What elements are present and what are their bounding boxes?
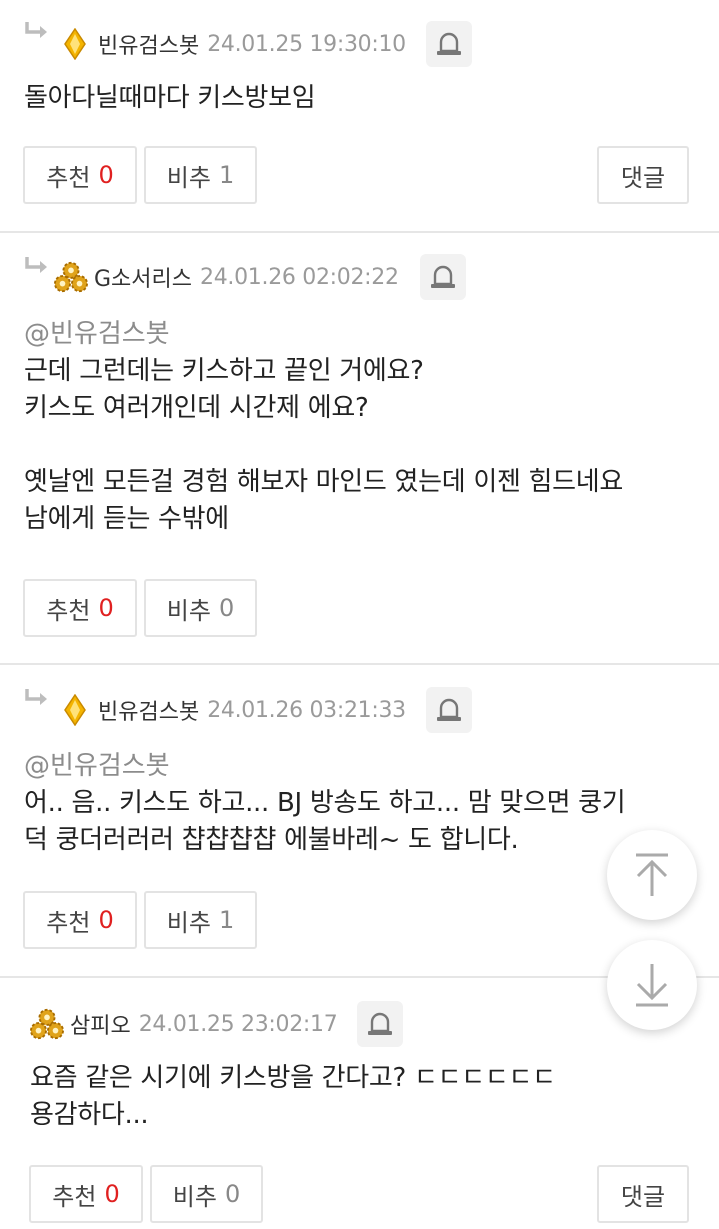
report-siren-icon	[437, 32, 461, 55]
oppose-label: 비추	[166, 908, 211, 937]
comment-body: 근데 그런데는 키스하고 끝인 거에요? 키스도 여러개인데 시간제 에요? 옛…	[24, 356, 624, 534]
report-button[interactable]	[357, 1001, 403, 1047]
reply-arrow-icon	[25, 22, 47, 38]
recommend-button[interactable]: 추천 0	[23, 579, 137, 637]
oppose-button[interactable]: 비추 1	[144, 146, 257, 204]
oppose-button[interactable]: 비추 0	[144, 579, 257, 637]
recommend-label: 추천	[46, 596, 91, 625]
report-siren-icon	[368, 1012, 392, 1035]
oppose-count: 0	[218, 594, 235, 622]
report-button[interactable]	[420, 254, 466, 300]
mention[interactable]: @빈유검스봇	[24, 313, 170, 350]
oppose-label: 비추	[166, 163, 211, 192]
timestamp: 24.01.26 02:02:22	[200, 264, 399, 290]
scroll-to-top-icon	[636, 853, 668, 896]
recommend-count: 0	[98, 906, 114, 934]
recommend-count: 0	[104, 1180, 120, 1208]
report-siren-icon	[437, 698, 461, 721]
recommend-count: 0	[98, 594, 114, 622]
oppose-label: 비추	[172, 1182, 217, 1211]
diamond-badge-icon	[58, 27, 92, 61]
timestamp: 24.01.26 03:21:33	[207, 697, 406, 723]
recommend-button[interactable]: 추천 0	[29, 1165, 143, 1223]
comment-body: 요즘 같은 시기에 키스방을 간다고? ㄷㄷㄷㄷㄷㄷ 용감하다...	[30, 1063, 556, 1130]
comment-1: 빈유검스봇 24.01.25 19:30:10 돌아다닐때마다 키스방보임 추천…	[0, 0, 719, 232]
nickname[interactable]: 삼피오	[70, 1008, 131, 1040]
oppose-button[interactable]: 비추 1	[144, 891, 257, 949]
comment-3: 빈유검스봇 24.01.26 03:21:33 @빈유검스봇 어.. 음.. 키…	[0, 665, 719, 977]
comment-body: 돌아다닐때마다 키스방보임	[24, 83, 316, 113]
reply-arrow-icon	[25, 689, 47, 705]
reply-label: 댓글	[620, 1182, 666, 1211]
report-button[interactable]	[426, 687, 472, 733]
comment-4: 삼피오 24.01.25 23:02:17 요즘 같은 시기에 키스방을 간다고…	[0, 978, 719, 1229]
oppose-button[interactable]: 비추 0	[150, 1165, 263, 1223]
recommend-count: 0	[98, 161, 114, 189]
nickname[interactable]: 빈유검스봇	[98, 28, 199, 60]
recommend-label: 추천	[46, 163, 91, 192]
comment-body: 어.. 음.. 키스도 하고... BJ 방송도 하고... 맘 맞으면 쿵기 …	[24, 788, 626, 855]
scroll-to-bottom-icon	[636, 964, 668, 1007]
gold-gears-badge-icon	[54, 260, 88, 294]
recommend-label: 추천	[46, 908, 91, 937]
timestamp: 24.01.25 19:30:10	[207, 31, 406, 57]
gold-gears-badge-icon	[30, 1007, 64, 1041]
timestamp: 24.01.25 23:02:17	[138, 1011, 338, 1037]
reply-button[interactable]: 댓글	[597, 146, 689, 204]
oppose-count: 0	[224, 1180, 241, 1208]
nickname[interactable]: 빈유검스봇	[98, 694, 199, 726]
recommend-button[interactable]: 추천 0	[23, 146, 137, 204]
scroll-to-top-button[interactable]	[607, 830, 697, 920]
oppose-count: 1	[218, 161, 235, 189]
mention[interactable]: @빈유검스봇	[24, 745, 170, 782]
scroll-to-bottom-button[interactable]	[607, 940, 697, 1030]
recommend-button[interactable]: 추천 0	[23, 891, 137, 949]
report-siren-icon	[431, 265, 455, 288]
oppose-count: 1	[218, 906, 235, 934]
diamond-badge-icon	[58, 693, 92, 727]
report-button[interactable]	[426, 21, 472, 67]
nickname[interactable]: G소서리스	[94, 261, 192, 293]
reply-label: 댓글	[620, 163, 666, 192]
oppose-label: 비추	[166, 596, 211, 625]
reply-arrow-icon	[25, 257, 47, 273]
reply-button[interactable]: 댓글	[597, 1165, 689, 1223]
recommend-label: 추천	[52, 1182, 97, 1211]
comment-2: G소서리스 24.01.26 02:02:22 @빈유검스봇 근데 그런데는 키…	[0, 233, 719, 665]
